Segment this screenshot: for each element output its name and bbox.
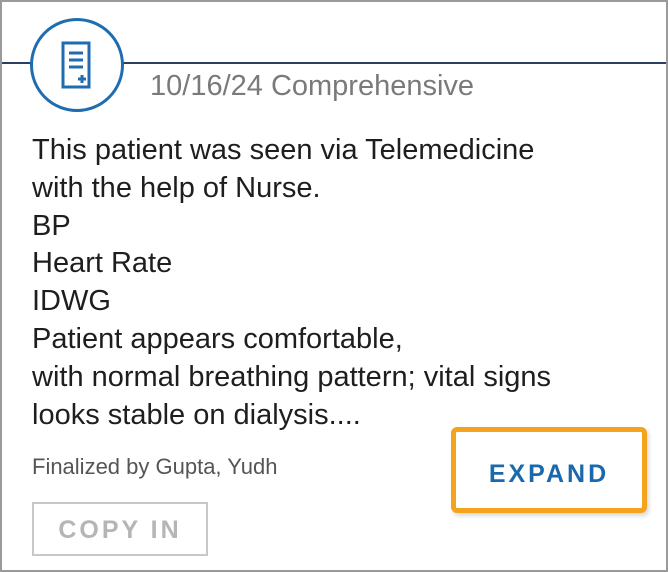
note-body-line: This patient was seen via Telemedicine	[32, 134, 535, 166]
note-date-title: 10/16/24 Comprehensive	[150, 70, 475, 102]
note-body-line: IDWG	[32, 285, 111, 318]
note-body: This patient was seen via Telemedicine w…	[32, 132, 642, 434]
copy-in-button-label: COPY IN	[58, 516, 182, 544]
expand-button[interactable]: EXPAND	[451, 427, 647, 513]
copy-in-button[interactable]: COPY IN	[32, 502, 208, 556]
note-document-plus-icon	[61, 41, 91, 89]
finalized-by-text: Finalized by Gupta, Yudh	[32, 454, 278, 479]
note-card: 10/16/24 Comprehensive This patient was …	[0, 0, 668, 572]
note-body-line: with normal breathing pattern; vital sig…	[32, 360, 552, 393]
note-icon-badge	[30, 18, 124, 112]
note-body-line: BP	[32, 209, 71, 242]
note-body-line: with the help of Nurse.	[32, 171, 321, 204]
note-body-line: Heart Rate	[32, 247, 173, 280]
note-body-line: Patient appears comfortable,	[32, 322, 403, 355]
expand-button-label: EXPAND	[488, 460, 610, 488]
